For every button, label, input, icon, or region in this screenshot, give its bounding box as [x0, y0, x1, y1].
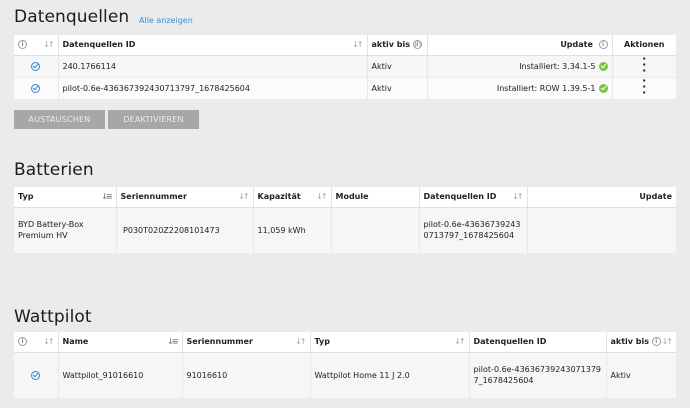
wattpilot-title: Wattpilot: [14, 307, 92, 327]
table-row: BYD Battery-Box Premium HV P030T020Z2208…: [14, 206, 676, 253]
serial-column-header[interactable]: Seriennummer ↓↑: [182, 332, 311, 353]
active-column-header[interactable]: aktiv bis i ↓↑: [606, 332, 676, 353]
type-cell: BYD Battery-Box Premium HV: [14, 206, 117, 253]
info-icon: i: [18, 40, 27, 50]
info-icon: i: [18, 337, 27, 347]
module-cell: [331, 206, 420, 253]
sort-icon[interactable]: ↓↑: [352, 40, 363, 49]
check-circle-icon: [31, 83, 41, 93]
sort-icon[interactable]: ↓↑: [295, 337, 306, 346]
name-column-header[interactable]: Name ↓≡: [58, 332, 183, 353]
table-header-row: i ↓↑ Datenquellen ID ↓↑ aktiv bis i ↓↑ Upda…: [14, 35, 676, 56]
sort-icon[interactable]: ↓↑: [43, 40, 54, 49]
actions-column-header: Aktionen: [612, 35, 676, 56]
id-column-header[interactable]: Datenquellen ID ↓↑: [58, 35, 368, 56]
show-all-link[interactable]: Alle anzeigen: [139, 16, 193, 25]
info-icon: i: [651, 337, 661, 347]
sort-icon[interactable]: ↓↑: [662, 337, 673, 346]
active-column-header[interactable]: aktiv bis i ↓↑: [367, 35, 428, 56]
status-column-header[interactable]: i ↓↑: [14, 332, 59, 353]
active-cell: Aktiv: [367, 54, 428, 77]
source-column-header: Datenquellen ID: [469, 332, 607, 353]
table-row: pilot-0.6e-436367392430713797_1678425604…: [14, 75, 676, 99]
source-cell: pilot-0.6e-436367392430713797_1678425604: [419, 206, 528, 253]
check-circle-icon: [31, 370, 41, 380]
table-header-row: Typ ↓≡ Seriennummer ↓↑ Kapazität ↓↑ Module …: [14, 187, 676, 208]
serial-cell: 91016610: [182, 351, 311, 398]
active-cell: Aktiv: [367, 76, 428, 99]
update-column-header: Update: [527, 187, 676, 208]
source-id-cell: pilot-0.6e-436367392430713797_1678425604: [58, 76, 368, 99]
serial-cell: P030T020Z2208101473: [116, 206, 254, 253]
batterien-title: Batterien: [14, 160, 94, 180]
deactivate-button[interactable]: DEAKTIVIEREN: [108, 110, 199, 129]
type-column-header[interactable]: Typ ↓↑: [310, 332, 470, 353]
update-cell: [527, 206, 676, 253]
more-vertical-icon[interactable]: · · ·: [642, 75, 646, 98]
sort-icon[interactable]: ↓↑: [316, 192, 327, 201]
type-column-header[interactable]: Typ ↓≡: [14, 187, 117, 208]
info-icon: i: [598, 40, 608, 50]
sort-icon[interactable]: ↓↑: [412, 40, 423, 49]
capacity-cell: 11,059 kWh: [253, 206, 332, 253]
sort-icon[interactable]: ↓≡: [167, 337, 178, 346]
source-column-header[interactable]: Datenquellen ID ↓↑: [419, 187, 528, 208]
table-header-row: i ↓↑ Name ↓≡ Seriennummer ↓↑ Typ ↓↑ Datenque…: [14, 332, 676, 353]
datenquellen-title: Datenquellen: [14, 7, 130, 27]
module-column-header: Module: [331, 187, 420, 208]
update-cell: Installiert: 3.34.1-5: [427, 54, 613, 77]
sort-icon[interactable]: ↓↑: [454, 337, 465, 346]
replace-button[interactable]: AUSTAUSCHEN: [14, 110, 105, 129]
row-actions-button[interactable]: · · ·: [612, 75, 676, 99]
update-column-header: Update i: [427, 35, 613, 56]
sort-icon[interactable]: ↓↑: [43, 337, 54, 346]
ok-status-icon: [598, 61, 608, 71]
name-cell: Wattpilot_91016610: [58, 351, 183, 398]
sort-icon[interactable]: ↓≡: [101, 192, 112, 201]
ok-status-icon: [598, 83, 608, 93]
more-vertical-icon[interactable]: · · ·: [642, 53, 646, 76]
source-cell: pilot-0.6e-436367392430713797_1678425604: [469, 351, 607, 398]
serial-column-header[interactable]: Seriennummer ↓↑: [116, 187, 254, 208]
sort-icon[interactable]: ↓↑: [512, 192, 523, 201]
wattpilot-table: i ↓↑ Name ↓≡ Seriennummer ↓↑ Typ ↓↑ Datenque…: [14, 332, 676, 398]
type-cell: Wattpilot Home 11 J 2.0: [310, 351, 470, 398]
capacity-column-header[interactable]: Kapazität ↓↑: [253, 187, 332, 208]
status-column-header[interactable]: i ↓↑: [14, 35, 59, 56]
check-circle-icon: [31, 61, 41, 71]
batterien-table: Typ ↓≡ Seriennummer ↓↑ Kapazität ↓↑ Module …: [14, 187, 676, 253]
sort-icon[interactable]: ↓↑: [238, 192, 249, 201]
datenquellen-table: i ↓↑ Datenquellen ID ↓↑ aktiv bis i ↓↑ Upda…: [14, 35, 676, 99]
table-row: 240.1766114 Aktiv Installiert: 3.34.1-5 …: [14, 53, 676, 77]
update-cell: Installiert: ROW 1.39.5-1: [427, 76, 613, 99]
table-row: Wattpilot_91016610 91016610 Wattpilot Ho…: [14, 351, 676, 398]
source-id-cell: 240.1766114: [58, 54, 368, 77]
active-cell: Aktiv: [606, 351, 676, 398]
